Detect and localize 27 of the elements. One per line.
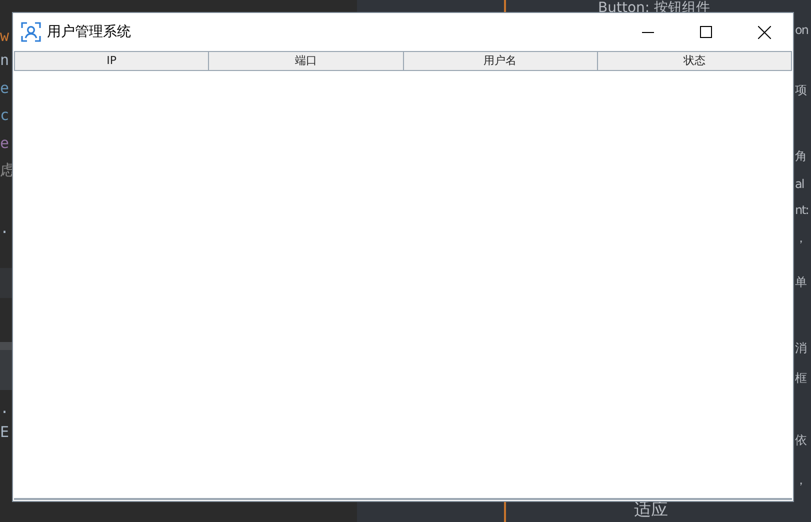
background-text: al [795,176,804,193]
column-header[interactable]: IP [15,52,208,70]
close-icon [758,26,770,38]
background-text: nt: [795,202,808,219]
background-text: e [0,133,10,153]
background-text: w [0,26,10,46]
background-text: e [0,78,10,98]
background-text: 依 [795,432,806,449]
window-title: 用户管理系统 [47,22,131,42]
background-text: on [795,22,808,39]
background-text: 消 [795,340,806,357]
background-text: ， [795,472,806,489]
background-text: ， [795,230,806,247]
background-text: 项 [795,82,806,99]
background-text: 框 [795,370,806,387]
user-icon [21,22,41,42]
maximize-icon [700,26,712,38]
background-text: E [0,422,10,442]
background-text: 单 [795,274,806,291]
column-header[interactable]: 端口 [208,52,402,70]
background-text: n [0,50,10,70]
background-text: 角 [795,148,806,165]
background-text: c [0,105,10,125]
column-header[interactable]: 状态 [596,52,791,70]
column-header[interactable]: 用户名 [402,52,597,70]
background-text: . [0,218,10,238]
background-text: . [0,398,10,418]
